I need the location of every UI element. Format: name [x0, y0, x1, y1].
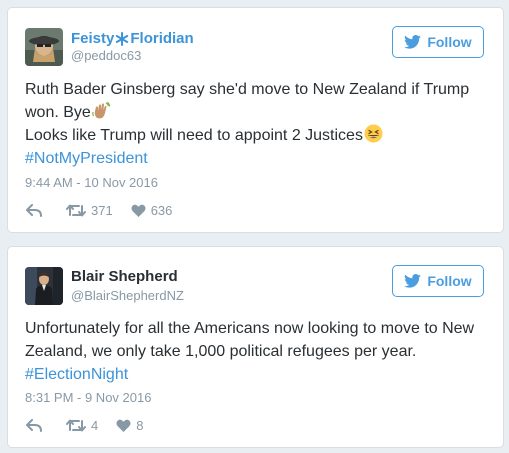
display-name-suffix: Floridian: [130, 30, 194, 47]
retweet-count: 4: [91, 418, 99, 433]
tweet-timestamp[interactable]: 8:31 PM - 9 Nov 2016: [25, 390, 151, 405]
avatar-image: [25, 28, 63, 66]
avatar-image: [25, 267, 63, 305]
tweet-card: Blair Shepherd @BlairShepherdNZ Follow U…: [7, 246, 504, 448]
user-handle[interactable]: @peddoc63: [71, 48, 141, 63]
tweet-card: Feisty Floridian @peddoc63 Follow Ruth B…: [7, 7, 504, 233]
follow-label: Follow: [427, 34, 472, 50]
grinning-face-icon: [364, 124, 383, 143]
retweet-count: 371: [91, 203, 113, 218]
retweet-icon: [66, 204, 86, 217]
follow-button[interactable]: Follow: [392, 265, 484, 297]
like-button[interactable]: 636: [131, 203, 173, 218]
like-count: 636: [150, 203, 173, 218]
display-name-part: Blair Shepherd: [71, 268, 178, 285]
like-count: 8: [136, 418, 144, 433]
retweet-button[interactable]: 4: [66, 418, 98, 433]
follow-button[interactable]: Follow: [392, 26, 484, 58]
tweet-actions: 371 636: [26, 203, 172, 218]
user-handle[interactable]: @BlairShepherdNZ: [71, 288, 184, 303]
display-name-part: Feisty: [71, 30, 115, 47]
twitter-bird-icon: [404, 274, 422, 288]
display-name[interactable]: Blair Shepherd: [71, 268, 178, 285]
twitter-bird-icon: [404, 35, 422, 49]
tweet-text-line: Unfortunately for all the Americans now …: [25, 320, 475, 360]
hashtag-link[interactable]: #ElectionNight: [25, 363, 485, 386]
waving-hand-icon: [92, 102, 110, 119]
hashtag-link[interactable]: #NotMyPresident: [25, 147, 485, 170]
avatar[interactable]: [25, 267, 63, 305]
retweet-icon: [66, 419, 86, 432]
like-button[interactable]: 8: [116, 418, 143, 433]
reply-icon: [26, 419, 42, 432]
reply-button[interactable]: [26, 419, 42, 432]
display-name[interactable]: Feisty Floridian: [71, 30, 194, 47]
avatar[interactable]: [25, 28, 63, 66]
heart-icon: [116, 419, 131, 432]
heart-icon: [131, 204, 146, 217]
asterisk-icon: [116, 31, 129, 46]
tweet-timestamp[interactable]: 9:44 AM - 10 Nov 2016: [25, 175, 158, 190]
tweet-actions: 4 8: [26, 418, 143, 433]
reply-icon: [26, 204, 42, 217]
tweet-text-line: Looks like Trump will need to appoint 2 …: [25, 127, 363, 144]
tweet-text: Ruth Bader Ginsberg say she'd move to Ne…: [25, 78, 485, 170]
retweet-button[interactable]: 371: [66, 203, 113, 218]
follow-label: Follow: [427, 273, 472, 289]
tweet-text: Unfortunately for all the Americans now …: [25, 317, 485, 386]
reply-button[interactable]: [26, 204, 42, 217]
